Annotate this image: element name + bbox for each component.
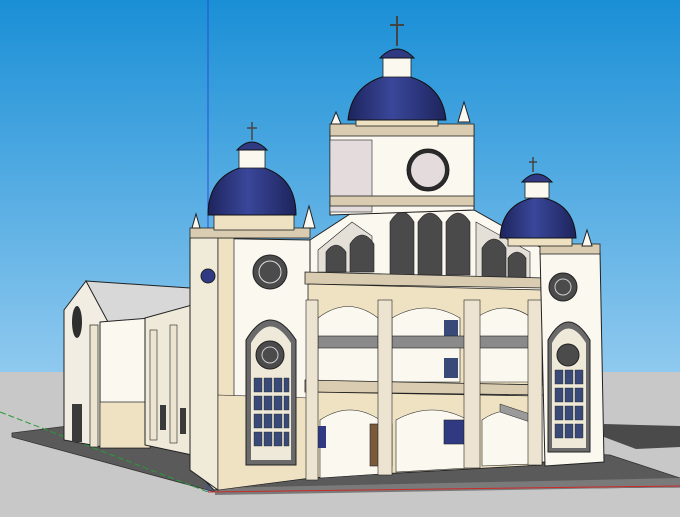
nave-side-wall — [144, 304, 193, 456]
model-viewport[interactable] — [0, 0, 680, 517]
rose-window-right — [548, 272, 578, 302]
rose-window-left — [252, 254, 288, 290]
cathedral-3d-model — [0, 0, 680, 517]
